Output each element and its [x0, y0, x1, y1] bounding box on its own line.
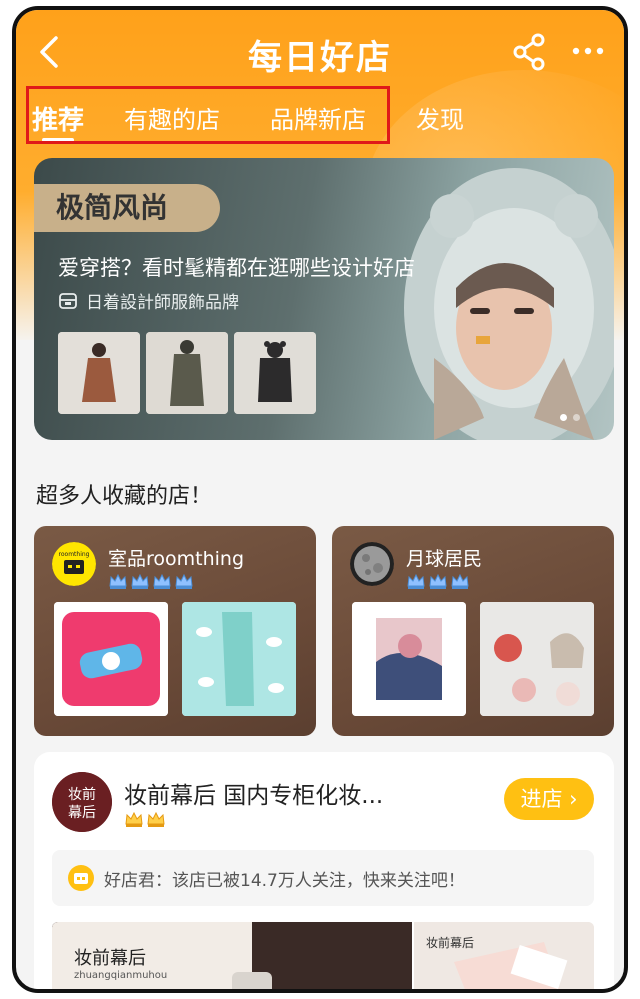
store-icon: [59, 292, 77, 309]
banner-subtitle-row: 日着設計師服飾品牌: [58, 288, 239, 313]
store-name: 月球居民: [406, 548, 483, 570]
crown-rating: [108, 572, 194, 590]
crown-rating: [124, 810, 166, 828]
carousel-dots: [560, 414, 580, 421]
banner-model-image: [404, 168, 614, 440]
notice-bar: 好店君：该店已被14.7万人关注，快来关注吧！: [52, 850, 594, 906]
crown-icon: [125, 811, 143, 827]
notice-text: 好店君：该店已被14.7万人关注，快来关注吧！: [104, 870, 465, 891]
preview-caption-pinyin: zhuangqianmuhou: [74, 970, 168, 981]
store-card-moon-residents[interactable]: 月球居民: [332, 526, 614, 736]
thumbnail-image[interactable]: [234, 332, 316, 414]
crown-icon: [175, 573, 193, 589]
more-icon[interactable]: [570, 36, 606, 66]
crown-icon: [451, 573, 469, 589]
store-name: 室品roomthing: [108, 548, 245, 570]
featured-store-card[interactable]: 妆前 幕后 妆前幕后 国内专柜化妆... 进店 › 好店君：该店已被14.7万人…: [34, 752, 614, 989]
promo-banner[interactable]: 极简风尚 爱穿搭？看时髦精都在逛哪些设计好店 日着設計師服飾品牌: [34, 158, 614, 440]
crown-rating: [406, 572, 470, 590]
shop-bot-icon: [68, 865, 94, 891]
thumbnail-image[interactable]: [146, 332, 228, 414]
share-icon[interactable]: [512, 32, 548, 72]
store-preview-image[interactable]: 妆前幕后: [414, 922, 594, 989]
avatar: [350, 542, 394, 586]
banner-tag: 极简风尚: [34, 184, 220, 232]
crown-icon: [131, 573, 149, 589]
crown-icon: [429, 573, 447, 589]
preview-caption: 妆前幕后: [74, 948, 146, 969]
crown-icon: [407, 573, 425, 589]
section-title: 超多人收藏的店！: [36, 484, 213, 509]
phone-frame: 每日好店 推荐 有趣的店 品牌新店 发现 极简风尚 爱穿搭？看时髦精都在逛哪些设…: [12, 6, 628, 993]
crown-icon: [147, 811, 165, 827]
header: 每日好店: [16, 10, 624, 90]
tab-interesting-stores[interactable]: 有趣的店: [124, 100, 220, 135]
store-name: 妆前幕后 国内专柜化妆...: [124, 783, 384, 809]
product-image[interactable]: [352, 602, 466, 716]
svg-text:幕后: 幕后: [68, 805, 96, 821]
crown-icon: [109, 573, 127, 589]
carousel-dot-active: [560, 414, 567, 421]
tab-bar: 推荐 有趣的店 品牌新店 发现: [16, 90, 624, 150]
chevron-right-icon: ›: [569, 787, 578, 811]
enter-store-label: 进店: [520, 787, 563, 811]
banner-subtitle: 日着設計師服飾品牌: [86, 293, 239, 313]
tab-discover[interactable]: 发现: [416, 100, 464, 135]
crown-icon: [153, 573, 171, 589]
active-tab-indicator: [42, 138, 74, 142]
tab-recommend[interactable]: 推荐: [32, 100, 84, 137]
store-card-roomthing[interactable]: roomthing 室品roomthing: [34, 526, 316, 736]
svg-text:妆前: 妆前: [68, 786, 96, 803]
product-image[interactable]: [54, 602, 168, 716]
thumbnail-image[interactable]: [58, 332, 140, 414]
banner-title: 爱穿搭？看时髦精都在逛哪些设计好店: [58, 256, 415, 280]
product-image[interactable]: [480, 602, 594, 716]
svg-text:roomthing: roomthing: [59, 551, 90, 558]
carousel-dot: [573, 414, 580, 421]
store-logo: 妆前 幕后: [52, 772, 112, 832]
banner-thumbnails: [58, 332, 316, 414]
avatar: roomthing: [52, 542, 96, 586]
tab-new-brand-stores[interactable]: 品牌新店: [270, 100, 366, 135]
product-image[interactable]: [182, 602, 296, 716]
store-preview-image[interactable]: 妆前幕后 zhuangqianmuhou: [52, 922, 412, 989]
preview-caption-right: 妆前幕后: [426, 936, 475, 950]
enter-store-button[interactable]: 进店 ›: [504, 778, 594, 820]
